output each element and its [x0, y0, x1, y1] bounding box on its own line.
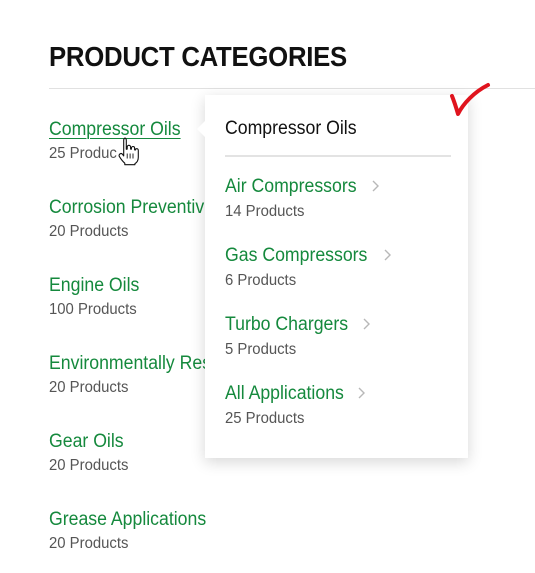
category-link[interactable]: Corrosion Preventiv	[49, 196, 204, 220]
category-item-engine-oils[interactable]: Engine Oils 100 Products	[49, 274, 146, 320]
subcategory-count: 14 Products	[225, 203, 305, 220]
category-count: 25 Produc	[49, 145, 117, 162]
hand-pointer-icon	[118, 137, 139, 166]
subcategory-link[interactable]: Gas Compressors	[225, 244, 367, 268]
subcategory-item-all-applications[interactable]: All Applications 25 Products	[225, 382, 367, 429]
category-item-grease-applications[interactable]: Grease Applications 20 Products	[49, 508, 218, 554]
subcategory-link[interactable]: Turbo Chargers	[225, 313, 348, 337]
subcategory-label: Gas Compressors	[225, 245, 368, 266]
chevron-right-icon	[384, 249, 391, 261]
subcategory-link[interactable]: All Applications	[225, 382, 344, 406]
subcategory-item-turbo-chargers[interactable]: Turbo Chargers 5 Products	[225, 313, 372, 360]
category-count: 20 Products	[49, 457, 129, 474]
chevron-right-icon	[372, 180, 379, 192]
category-link[interactable]: Environmentally Res	[49, 352, 211, 376]
category-count: 100 Products	[49, 301, 137, 318]
category-link[interactable]: Compressor Oils	[49, 118, 181, 142]
category-item-gear-oils[interactable]: Gear Oils 20 Products	[49, 430, 134, 476]
category-count: 20 Products	[49, 379, 129, 396]
category-item-corrosion-preventive[interactable]: Corrosion Preventiv 20 Products	[49, 196, 216, 242]
flyout-title: Compressor Oils	[225, 118, 357, 139]
page-title: PRODUCT CATEGORIES	[49, 41, 347, 72]
subcategory-label: Air Compressors	[225, 176, 357, 197]
category-count: 20 Products	[49, 535, 129, 552]
subcategory-item-gas-compressors[interactable]: Gas Compressors 6 Products	[225, 244, 393, 291]
product-categories-page: PRODUCT CATEGORIES Compressor Oils 25 Pr…	[0, 0, 535, 573]
category-link[interactable]: Gear Oils	[49, 430, 128, 454]
chevron-right-icon	[363, 318, 370, 330]
flyout-pointer	[197, 120, 206, 138]
checkmark-icon	[450, 83, 490, 116]
subcategory-item-air-compressors[interactable]: Air Compressors 14 Products	[225, 175, 381, 222]
subcategory-count: 6 Products	[225, 272, 297, 289]
subcategory-count: 25 Products	[225, 410, 305, 427]
category-flyout-menu: Compressor Oils Air Compressors 14 Produ…	[197, 95, 468, 458]
flyout-divider	[225, 155, 451, 157]
category-link[interactable]: Engine Oils	[49, 274, 139, 298]
subcategory-label: Turbo Chargers	[225, 314, 349, 335]
subcategory-count: 5 Products	[225, 341, 297, 358]
chevron-right-icon	[358, 387, 366, 399]
category-link[interactable]: Grease Applications	[49, 508, 206, 532]
category-item-environmentally-responsible[interactable]: Environmentally Res 20 Products	[49, 352, 223, 398]
subcategory-label: All Applications	[225, 383, 344, 404]
subcategory-link[interactable]: Air Compressors	[225, 175, 357, 199]
category-count: 20 Products	[49, 223, 129, 240]
